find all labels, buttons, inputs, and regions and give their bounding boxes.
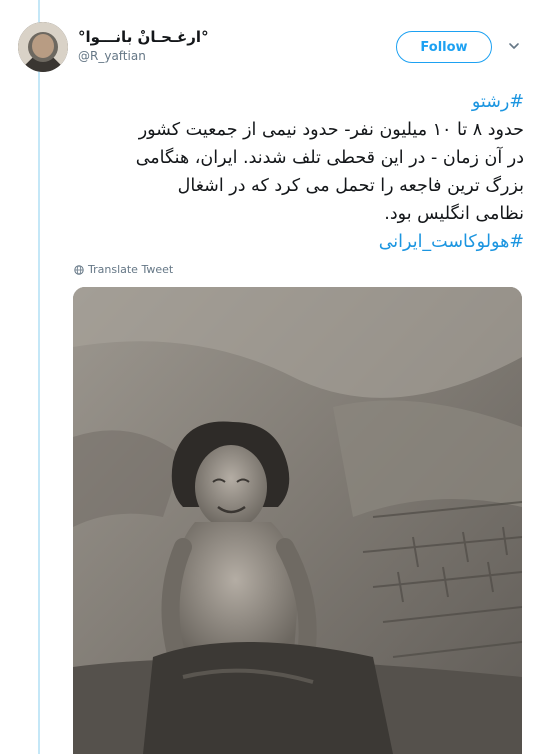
hashtag-link[interactable]: #رشتو: [64, 88, 524, 116]
tweet-photo[interactable]: [73, 287, 522, 754]
translate-tweet-link[interactable]: Translate Tweet: [74, 263, 173, 276]
user-display-name[interactable]: °ارغـحـانْ بانـــوا°: [78, 28, 209, 46]
tweet-text-line: در آن زمان - در این قحطی تلف شدند. ایران…: [135, 148, 524, 168]
follow-button[interactable]: Follow: [396, 31, 492, 63]
avatar-face: [32, 34, 54, 58]
tweet-text: #رشتو حدود ۸ تا ۱۰ میلیون نفر- حدود نیمی…: [64, 88, 524, 256]
avatar[interactable]: [18, 22, 68, 72]
hashtag-link[interactable]: #هولوکاست_ایرانی: [64, 228, 524, 256]
thread-line: [38, 0, 40, 754]
globe-icon: [74, 264, 84, 275]
photo-image: [73, 287, 522, 754]
translate-tweet-label: Translate Tweet: [88, 263, 174, 276]
chevron-down-icon[interactable]: [508, 40, 520, 52]
tweet-text-line: بزرگ ترین فاجعه را تحمل می کرد که در اشغ…: [177, 176, 524, 196]
tweet-header: °ارغـحـانْ بانـــوا° @R_yaftian Follow: [0, 0, 554, 80]
tweet-text-line: حدود ۸ تا ۱۰ میلیون نفر- حدود نیمی از جم…: [138, 120, 524, 140]
user-handle[interactable]: @R_yaftian: [78, 49, 146, 63]
tweet-text-line: نظامی انگلیس بود.: [384, 204, 524, 224]
